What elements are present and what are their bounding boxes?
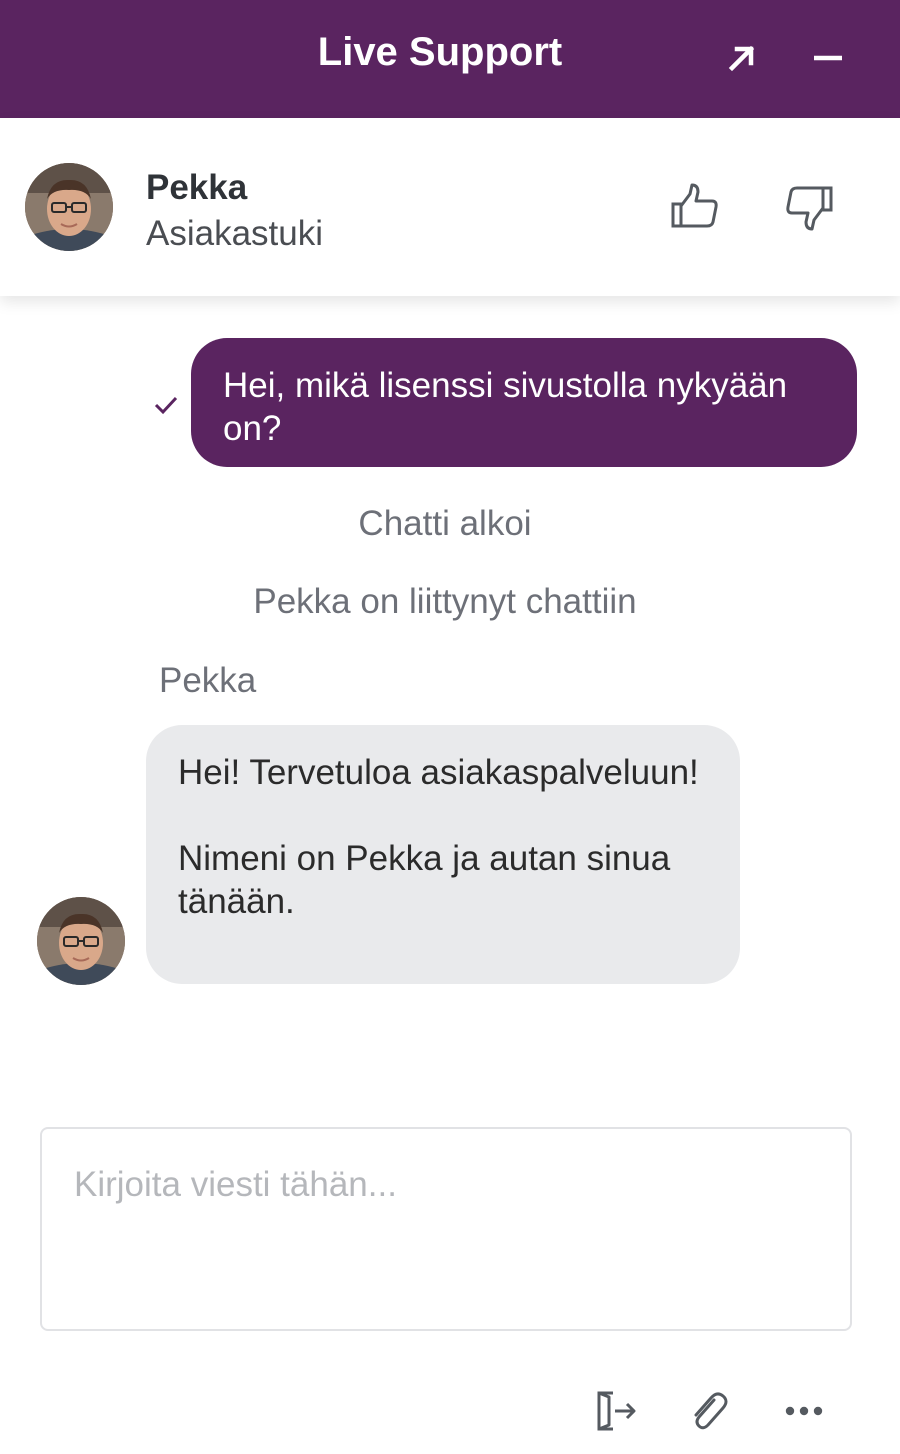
system-message-chat-started: Chatti alkoi	[358, 504, 532, 543]
chat-header: Live Support	[0, 0, 900, 118]
system-message-agent-joined: Pekka on liittynyt chattiin	[253, 582, 637, 621]
agent-message-avatar	[37, 897, 125, 985]
more-options-button[interactable]	[779, 1386, 829, 1436]
thumbs-down-icon	[786, 186, 833, 231]
more-options-icon	[785, 1406, 823, 1416]
agent-role: Asiakastuki	[146, 214, 324, 253]
agent-info-bar: Pekka Asiakastuki	[0, 118, 900, 296]
incoming-message-line: Hei! Tervetuloa asiakaspalveluun!	[178, 753, 699, 792]
incoming-message-line: Nimeni on Pekka ja autan sinua tänään.	[178, 839, 671, 921]
agent-avatar	[25, 163, 113, 251]
rate-positive-button[interactable]	[664, 176, 726, 238]
exit-chat-icon	[597, 1391, 636, 1431]
agent-name: Pekka	[146, 168, 248, 207]
thumbs-up-icon	[671, 183, 718, 228]
end-chat-button[interactable]	[590, 1386, 640, 1436]
attach-file-button[interactable]	[683, 1386, 733, 1436]
incoming-message: Hei! Tervetuloa asiakaspalveluun! Nimeni…	[146, 725, 740, 984]
outgoing-message: Hei, mikä lisenssi sivustolla nykyään on…	[191, 338, 857, 467]
expand-button[interactable]	[714, 30, 770, 86]
message-input[interactable]	[42, 1129, 850, 1329]
incoming-sender-name: Pekka	[159, 661, 257, 700]
paperclip-icon	[694, 1392, 728, 1430]
arrow-up-right-icon	[728, 45, 755, 72]
minimize-button[interactable]	[800, 30, 856, 86]
rate-negative-button[interactable]	[778, 176, 840, 238]
minus-icon	[814, 55, 842, 61]
checkmark-icon	[154, 396, 178, 415]
message-composer	[40, 1127, 852, 1331]
